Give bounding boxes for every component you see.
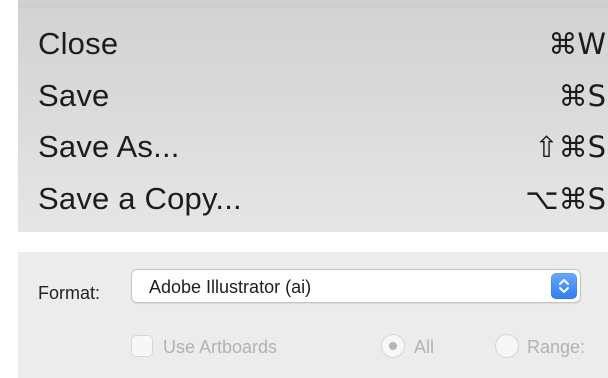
menu-item-label: Save: [38, 78, 110, 113]
range-radio-label: Range:: [527, 337, 586, 357]
select-stepper-icon[interactable]: [551, 273, 577, 299]
chevron-up-down-icon: [559, 279, 569, 293]
radio-circle[interactable]: [495, 334, 519, 358]
radio-selected-dot: [389, 342, 397, 350]
format-select-value: Adobe Illustrator (ai): [149, 277, 312, 297]
menu-item-label: Save As...: [38, 129, 180, 164]
menu-item-shortcut: ⇧⌘S: [534, 130, 606, 164]
menu-item-shortcut: ⌘S: [558, 79, 606, 113]
use-artboards-label: Use Artboards: [163, 337, 278, 357]
menu-item-label: Save a Copy...: [38, 181, 242, 216]
menu-item-shortcut: ⌥⌘S: [525, 182, 606, 216]
menu-item-save-as[interactable]: Save As... ⇧⌘S: [18, 125, 608, 169]
menu-item-save[interactable]: Save ⌘S: [18, 74, 608, 118]
menu-item-shortcut: ⌘W: [548, 27, 606, 61]
save-options-panel: Format: Adobe Illustrator (ai) Use Artbo…: [18, 252, 608, 378]
file-menu: Close ⌘W Save ⌘S Save As... ⇧⌘S Save a C…: [18, 0, 608, 232]
format-select[interactable]: Adobe Illustrator (ai): [131, 269, 581, 303]
menu-item-close[interactable]: Close ⌘W: [18, 22, 608, 66]
menu-item-label: Close: [38, 26, 119, 61]
checkbox-box[interactable]: [131, 335, 153, 357]
format-label: Format:: [38, 283, 101, 303]
radio-circle[interactable]: [381, 334, 405, 358]
menu-item-save-a-copy[interactable]: Save a Copy... ⌥⌘S: [18, 177, 608, 221]
all-radio-label: All: [414, 337, 435, 357]
